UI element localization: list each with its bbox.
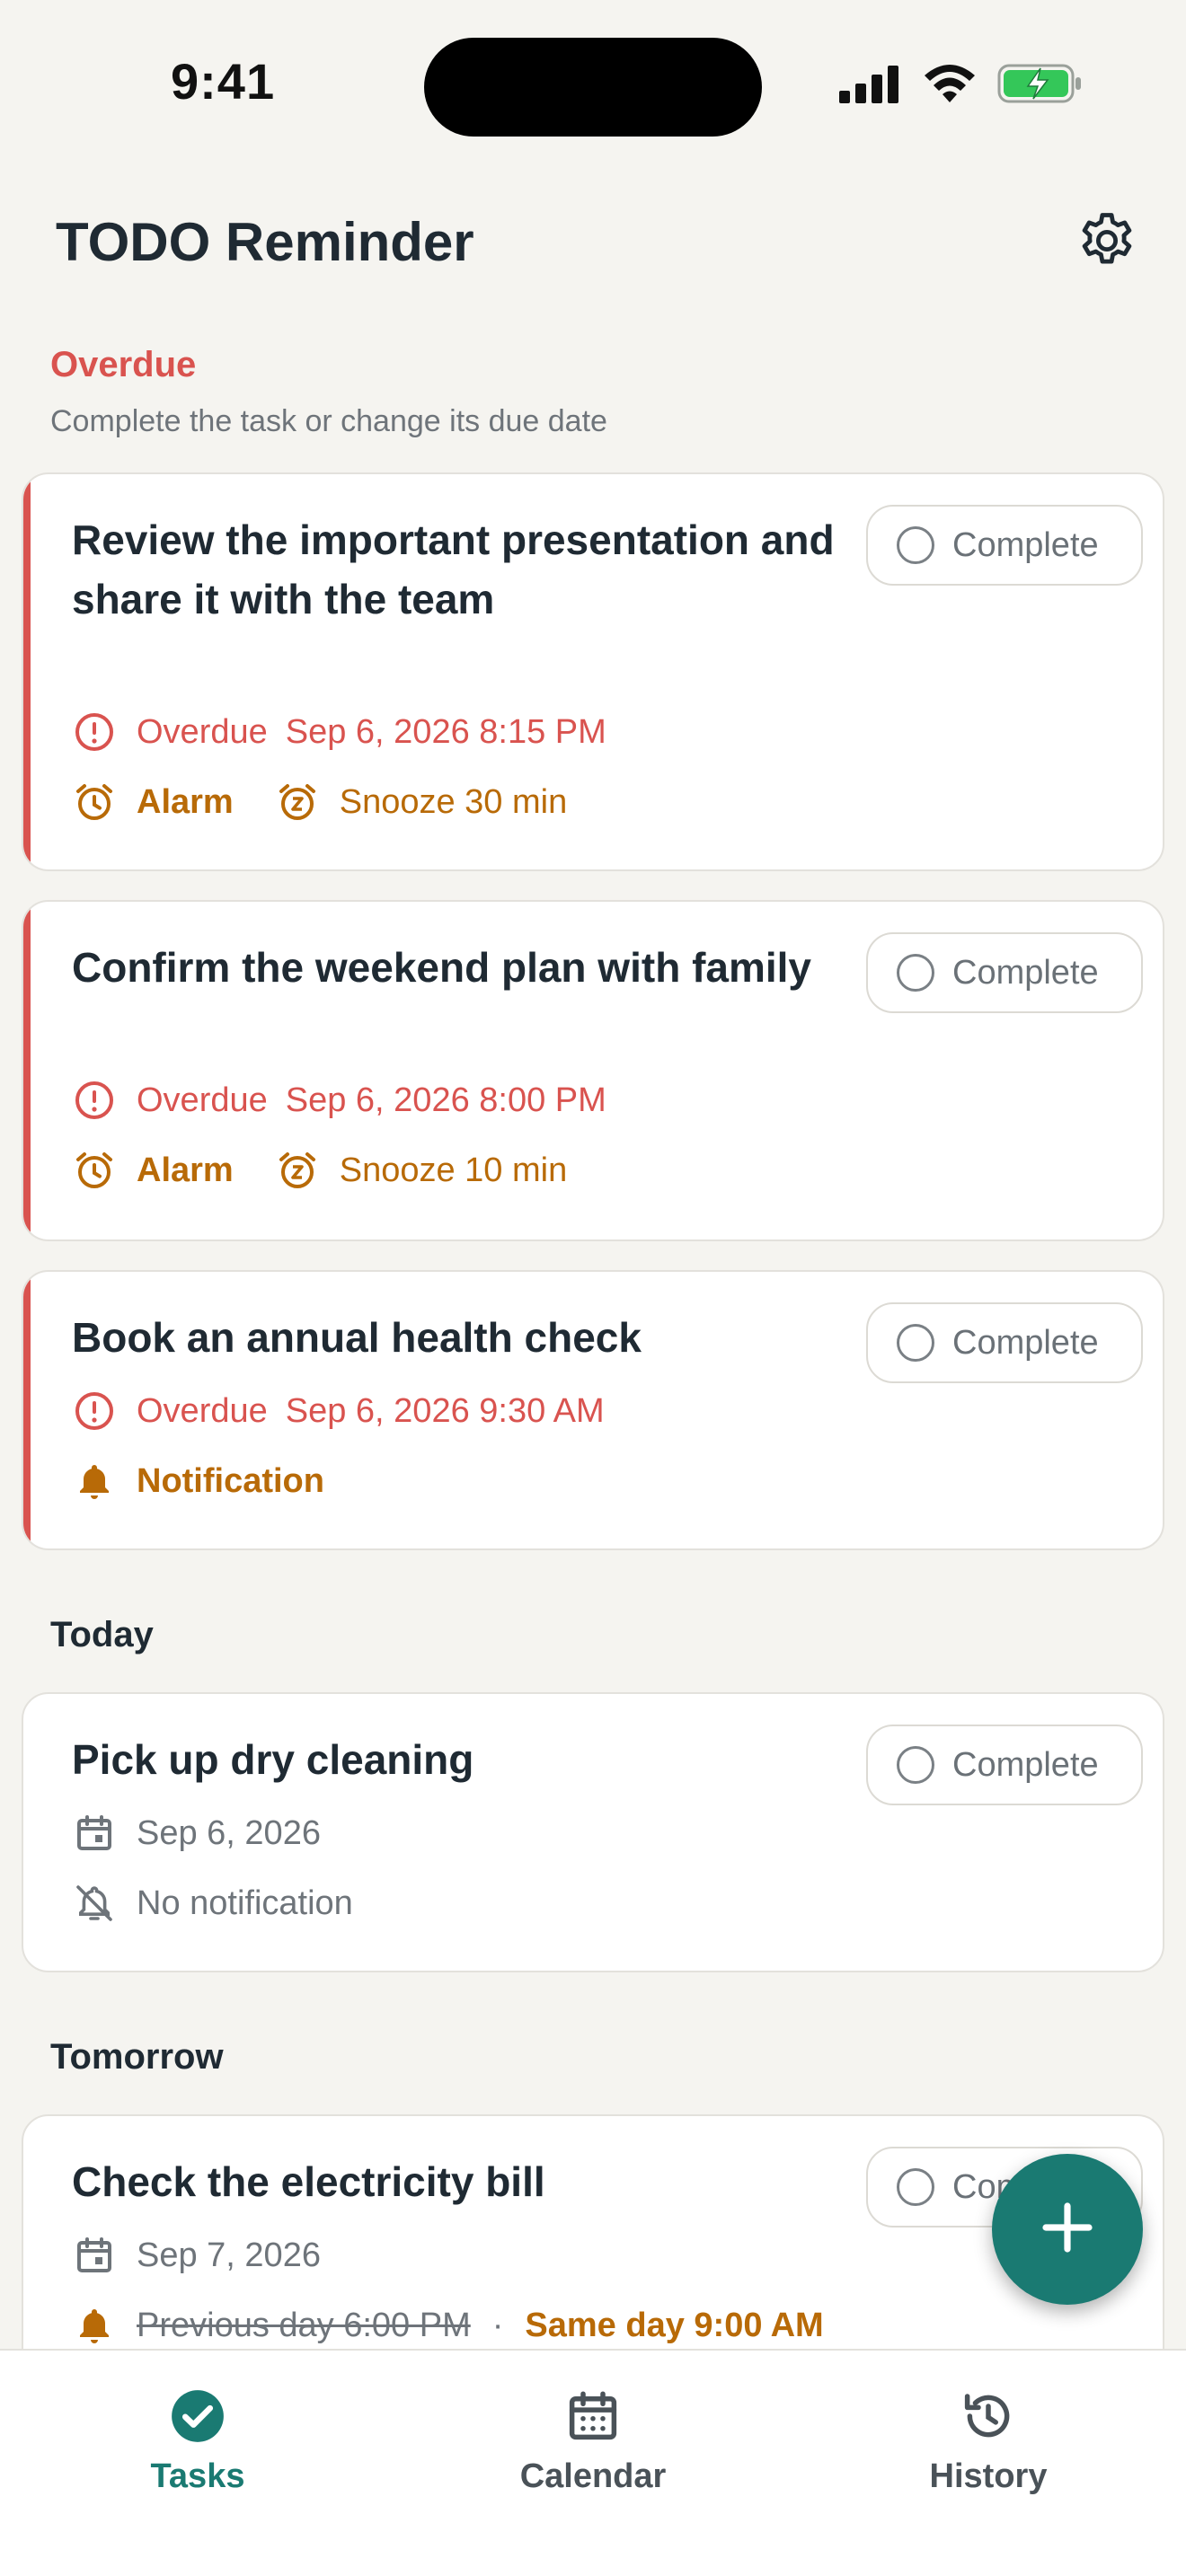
complete-label: Complete xyxy=(952,525,1099,564)
alert-circle-icon xyxy=(72,1078,117,1123)
task-title: Check the electricity bill xyxy=(72,2158,545,2205)
reminder-row: Alarm Snooze 10 min xyxy=(72,1148,567,1193)
status-time: 9:41 xyxy=(171,53,276,110)
due-datetime: Sep 6, 2026 8:00 PM xyxy=(285,1081,606,1119)
previous-reminder: Previous day 6:00 PM xyxy=(137,2306,471,2344)
wifi-icon xyxy=(922,63,978,109)
tab-tasks[interactable]: Tasks xyxy=(63,2386,332,2496)
gear-icon xyxy=(1075,208,1139,278)
reminder-row: Alarm Snooze 30 min xyxy=(72,780,567,825)
tab-history[interactable]: History xyxy=(854,2386,1123,2496)
complete-button[interactable]: Complete xyxy=(866,505,1143,586)
overdue-label: Overdue xyxy=(137,1081,268,1119)
check-circle-icon xyxy=(168,2386,227,2450)
task-card[interactable]: Book an annual health check Complete Ove… xyxy=(22,1270,1164,1550)
due-row: Overdue Sep 6, 2026 8:15 PM xyxy=(72,710,606,754)
bottom-tab-bar: Tasks Calendar History xyxy=(0,2349,1186,2576)
checkbox-circle-icon xyxy=(897,1324,934,1362)
snooze-icon xyxy=(275,780,320,825)
app-header: TODO Reminder xyxy=(56,207,1134,278)
tab-label: Tasks xyxy=(150,2457,245,2495)
task-title: Pick up dry cleaning xyxy=(72,1736,474,1783)
bell-icon xyxy=(72,1459,117,1504)
page-title: TODO Reminder xyxy=(56,212,474,272)
snooze-label: Snooze 10 min xyxy=(339,1151,568,1189)
alert-circle-icon xyxy=(72,710,117,754)
due-row: Overdue Sep 6, 2026 8:00 PM xyxy=(72,1078,606,1123)
reminder-row: No notification xyxy=(72,1881,353,1926)
calendar-icon xyxy=(72,2233,117,2278)
plus-icon xyxy=(1035,2195,1100,2264)
alarm-clock-icon xyxy=(72,1148,117,1193)
tab-calendar[interactable]: Calendar xyxy=(458,2386,728,2496)
calendar-icon xyxy=(563,2386,623,2450)
date-row: Sep 6, 2026 xyxy=(72,1811,321,1856)
snooze-icon xyxy=(275,1148,320,1193)
bell-icon xyxy=(72,2303,117,2348)
task-date: Sep 6, 2026 xyxy=(137,1813,321,1852)
no-notification-label: No notification xyxy=(137,1883,353,1922)
tab-label: Calendar xyxy=(519,2457,667,2495)
task-card[interactable]: Confirm the weekend plan with family Com… xyxy=(22,900,1164,1241)
section-subtitle-overdue: Complete the task or change its due date xyxy=(50,404,607,438)
complete-label: Complete xyxy=(952,1745,1099,1784)
reminder-row: Notification xyxy=(72,1459,324,1504)
task-list[interactable]: Overdue Complete the task or change its … xyxy=(0,323,1186,2349)
status-bar: 9:41 xyxy=(0,0,1186,162)
reminder-row: Previous day 6:00 PM · Same day 9:00 AM xyxy=(72,2303,824,2348)
due-row: Overdue Sep 6, 2026 9:30 AM xyxy=(72,1389,605,1434)
section-title-today: Today xyxy=(50,1615,154,1654)
task-title: Confirm the weekend plan with family xyxy=(72,944,812,991)
alert-circle-icon xyxy=(72,1389,117,1434)
add-task-button[interactable] xyxy=(992,2154,1143,2305)
due-datetime: Sep 6, 2026 8:15 PM xyxy=(285,712,606,751)
settings-button[interactable] xyxy=(1073,208,1141,277)
section-title-tomorrow: Tomorrow xyxy=(50,2037,224,2077)
snooze-label: Snooze 30 min xyxy=(339,782,568,821)
checkbox-circle-icon xyxy=(897,1746,934,1784)
complete-button[interactable]: Complete xyxy=(866,1725,1143,1805)
task-card[interactable]: Review the important presentation and sh… xyxy=(22,472,1164,871)
checkbox-circle-icon xyxy=(897,2168,934,2206)
date-row: Sep 7, 2026 xyxy=(72,2233,321,2278)
complete-label: Complete xyxy=(952,953,1099,992)
alarm-label: Alarm xyxy=(137,1151,234,1189)
tab-label: History xyxy=(929,2457,1048,2495)
checkbox-circle-icon xyxy=(897,954,934,992)
calendar-icon xyxy=(72,1811,117,1856)
bell-off-icon xyxy=(72,1881,117,1926)
due-datetime: Sep 6, 2026 9:30 AM xyxy=(285,1391,605,1430)
separator-dot: · xyxy=(491,2306,504,2344)
overdue-label: Overdue xyxy=(137,712,268,751)
current-reminder: Same day 9:00 AM xyxy=(525,2306,824,2344)
battery-charging-icon xyxy=(997,63,1084,109)
complete-button[interactable]: Complete xyxy=(866,932,1143,1013)
overdue-label: Overdue xyxy=(137,1391,268,1430)
checkbox-circle-icon xyxy=(897,526,934,564)
status-icons xyxy=(837,63,1084,109)
task-date: Sep 7, 2026 xyxy=(137,2236,321,2274)
task-card[interactable]: Pick up dry cleaning Complete Sep 6, 202… xyxy=(22,1692,1164,1972)
notification-label: Notification xyxy=(137,1461,324,1500)
history-icon xyxy=(959,2386,1018,2450)
alarm-clock-icon xyxy=(72,780,117,825)
dynamic-island xyxy=(424,38,762,137)
task-title: Book an annual health check xyxy=(72,1314,642,1361)
alarm-label: Alarm xyxy=(137,782,234,821)
cellular-signal-icon xyxy=(837,64,902,108)
section-title-overdue: Overdue xyxy=(50,345,197,384)
task-title: Review the important presentation and sh… xyxy=(72,516,835,622)
complete-label: Complete xyxy=(952,1323,1099,1362)
complete-button[interactable]: Complete xyxy=(866,1302,1143,1383)
